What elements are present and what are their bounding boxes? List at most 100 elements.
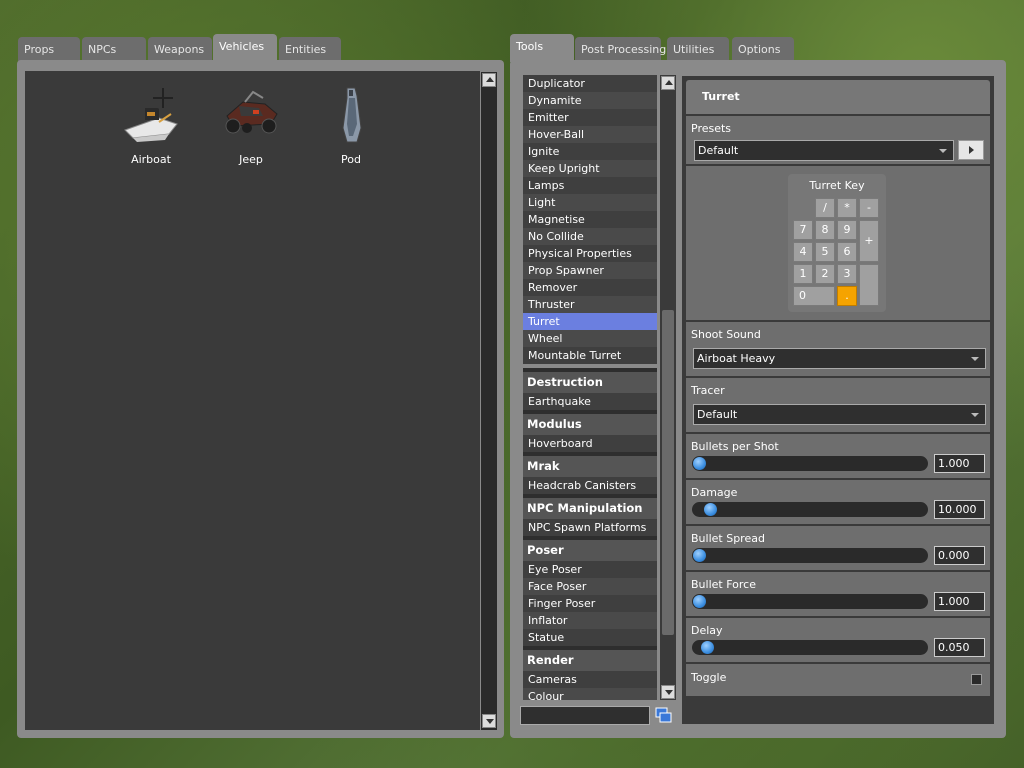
tool-item[interactable]: Cameras [523,671,657,688]
spawnmenu-scrollbar[interactable] [481,72,497,730]
tool-item[interactable]: Hover-Ball [523,126,657,143]
tool-item[interactable]: Dynamite [523,92,657,109]
tool-category-header[interactable]: Destruction [523,368,657,393]
bullet-spread-input[interactable]: 0.000 [934,546,985,565]
spawnmenu-scroll-down-button[interactable] [482,714,496,728]
key-multiply[interactable]: * [837,198,857,218]
tool-item[interactable]: Lamps [523,177,657,194]
vehicle-airboat[interactable]: Airboat [111,84,191,166]
vehicle-pod[interactable]: Pod [311,84,391,166]
key-decimal[interactable]: . [837,286,857,306]
shoot-sound-dropdown[interactable]: Airboat Heavy [693,348,986,369]
key-1[interactable]: 1 [793,264,813,284]
key-divide[interactable]: / [815,198,835,218]
bullet-force-input[interactable]: 1.000 [934,592,985,611]
spawnmenu-scroll-up-button[interactable] [482,73,496,87]
key-0[interactable]: 0 [793,286,835,306]
spawnmenu-tab-entities[interactable]: Entities [279,37,341,61]
key-8[interactable]: 8 [815,220,835,240]
tool-item[interactable]: No Collide [523,228,657,245]
tool-item[interactable]: Eye Poser [523,561,657,578]
slider-knob[interactable] [700,641,714,654]
bullet-spread-slider[interactable] [692,548,928,563]
jeep-icon [225,90,278,134]
tool-item[interactable]: Emitter [523,109,657,126]
key-9[interactable]: 9 [837,220,857,240]
key-enter[interactable] [859,264,879,306]
tool-category-header[interactable]: NPC Manipulation [523,494,657,519]
tool-item[interactable]: Wheel [523,330,657,347]
presets-dropdown[interactable]: Default [694,140,954,161]
tool-category-header[interactable]: Mrak [523,452,657,477]
tool-item[interactable]: Prop Spawner [523,262,657,279]
tool-item[interactable]: Physical Properties [523,245,657,262]
tool-item[interactable]: Duplicator [523,75,657,92]
tool-item[interactable]: Earthquake [523,393,657,410]
tool-item[interactable]: Inflator [523,612,657,629]
toollist-scroll-up-button[interactable] [661,76,675,90]
tracer-section: Tracer Default [686,378,990,432]
tool-list[interactable]: Duplicator Dynamite Emitter Hover-Ball Ignit… [523,75,657,700]
tool-item[interactable]: Hoverboard [523,435,657,452]
key-2[interactable]: 2 [815,264,835,284]
tool-category-header[interactable]: Render [523,646,657,671]
bullet-force-slider[interactable] [692,594,928,609]
spawnmenu-tab-vehicles[interactable]: Vehicles [213,34,277,61]
tool-item[interactable]: Keep Upright [523,160,657,177]
tool-search-input[interactable] [520,706,650,725]
tool-item[interactable]: Headcrab Canisters [523,477,657,494]
delay-input[interactable]: 0.050 [934,638,985,657]
tool-item[interactable]: Finger Poser [523,595,657,612]
tool-item[interactable]: Face Poser [523,578,657,595]
tool-item[interactable]: Colour [523,688,657,700]
tool-item[interactable]: Thruster [523,296,657,313]
bullets-per-shot-input[interactable]: 1.000 [934,454,985,473]
key-7[interactable]: 7 [793,220,813,240]
shoot-sound-value: Airboat Heavy [697,352,776,365]
toollist-scroll-thumb[interactable] [662,310,674,635]
vehicle-jeep[interactable]: Jeep [211,84,291,166]
tool-item[interactable]: Statue [523,629,657,646]
search-toggle-button[interactable] [655,707,672,724]
turret-header: Turret [686,80,990,114]
tool-category-header[interactable]: Poser [523,536,657,561]
slider-knob[interactable] [693,595,706,608]
key-plus[interactable]: + [859,220,879,262]
spawnmenu-tab-props[interactable]: Props [18,37,80,61]
toolmenu-tab-options[interactable]: Options [732,37,794,61]
toggle-section: Toggle [686,664,990,696]
bullet-force-section: Bullet Force 1.000 [686,572,990,616]
spawnmenu-tab-weapons[interactable]: Weapons [148,37,212,61]
damage-input[interactable]: 10.000 [934,500,985,519]
toollist-scroll-down-button[interactable] [661,685,675,699]
tracer-dropdown[interactable]: Default [693,404,986,425]
key-5[interactable]: 5 [815,242,835,262]
tool-item[interactable]: Magnetise [523,211,657,228]
key-minus[interactable]: - [859,198,879,218]
damage-slider[interactable] [692,502,928,517]
presets-label: Presets [691,122,732,135]
slider-knob[interactable] [693,457,706,470]
tool-item[interactable]: Mountable Turret [523,347,657,364]
tool-item[interactable]: NPC Spawn Platforms [523,519,657,536]
tracer-value: Default [697,408,738,421]
toolmenu-tab-post-processing[interactable]: Post Processing [575,37,666,61]
key-4[interactable]: 4 [793,242,813,262]
toolmenu-tab-utilities[interactable]: Utilities [667,37,729,61]
presets-menu-button[interactable] [958,140,984,160]
tool-item-selected[interactable]: Turret [523,313,657,330]
toggle-checkbox[interactable] [971,674,982,685]
presets-value: Default [698,144,739,157]
key-6[interactable]: 6 [837,242,857,262]
toolmenu-tab-tools[interactable]: Tools [510,34,574,62]
tool-item[interactable]: Remover [523,279,657,296]
tool-category-header[interactable]: Modulus [523,410,657,435]
slider-knob[interactable] [704,503,718,516]
tool-item[interactable]: Ignite [523,143,657,160]
slider-knob[interactable] [693,549,706,562]
spawnmenu-tab-npcs[interactable]: NPCs [82,37,146,61]
delay-slider[interactable] [692,640,928,655]
tool-item[interactable]: Light [523,194,657,211]
key-3[interactable]: 3 [837,264,857,284]
bullets-per-shot-slider[interactable] [692,456,928,471]
